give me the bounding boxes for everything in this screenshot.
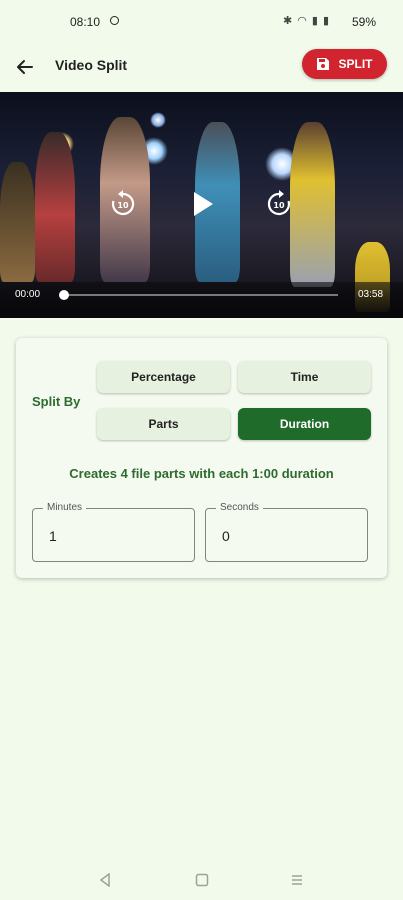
performer — [35, 132, 75, 282]
stage-light — [150, 112, 166, 128]
forward-10-button[interactable]: 10 — [264, 189, 294, 219]
save-icon — [317, 58, 330, 70]
rewind-10-button[interactable]: 10 — [108, 189, 138, 219]
seconds-field[interactable]: Seconds 0 — [205, 502, 368, 562]
split-by-label: Split By — [32, 394, 81, 409]
svg-text:10: 10 — [117, 201, 129, 210]
total-time: 03:58 — [358, 289, 384, 300]
notification-icon — [110, 16, 119, 25]
replay-10-icon: 10 — [111, 190, 135, 216]
nav-back-button[interactable] — [93, 870, 117, 890]
app-bar: Video Split SPLIT — [0, 44, 403, 90]
option-label: Duration — [279, 417, 330, 431]
forward-10-icon: 10 — [267, 190, 291, 216]
video-player[interactable]: 10 10 00:00 03:58 — [0, 92, 403, 318]
option-time[interactable]: Time — [238, 361, 371, 393]
option-label: Parts — [148, 417, 179, 431]
seconds-label: Seconds — [216, 502, 263, 513]
menu-icon — [292, 875, 302, 885]
battery-level: 59% — [352, 15, 377, 29]
option-label: Percentage — [131, 370, 196, 384]
signal-icons: ✱ ◠ ▮ ▮ — [283, 15, 331, 27]
option-label: Time — [290, 370, 319, 384]
minutes-field[interactable]: Minutes 1 — [32, 502, 195, 562]
split-button[interactable]: SPLIT — [302, 49, 387, 79]
audience — [0, 282, 403, 318]
nav-menu-button[interactable] — [285, 870, 309, 890]
status-bar: 08:10 ✱ ◠ ▮ ▮ 59% — [0, 0, 403, 44]
system-nav-bar — [0, 862, 403, 900]
current-time: 00:00 — [15, 289, 41, 300]
square-home-icon — [195, 873, 209, 887]
split-description: Creates 4 file parts with each 1:00 dura… — [69, 466, 334, 481]
play-icon — [194, 192, 213, 216]
play-button[interactable] — [188, 188, 218, 220]
arrow-left-icon — [17, 60, 33, 74]
nav-home-button[interactable] — [190, 870, 214, 890]
seconds-value: 0 — [222, 528, 230, 544]
seek-bar[interactable] — [62, 294, 338, 296]
split-button-label: SPLIT — [338, 57, 373, 71]
performer — [290, 122, 335, 287]
status-time: 08:10 — [70, 15, 101, 29]
split-options-card: Split By Percentage Time Parts Duration … — [16, 338, 387, 578]
back-button[interactable] — [10, 52, 40, 82]
triangle-back-icon — [99, 873, 110, 887]
seek-thumb[interactable] — [59, 290, 69, 300]
option-parts[interactable]: Parts — [97, 408, 230, 440]
minutes-label: Minutes — [43, 502, 87, 513]
svg-text:10: 10 — [273, 201, 285, 210]
minutes-value: 1 — [49, 528, 57, 544]
option-percentage[interactable]: Percentage — [97, 361, 230, 393]
performer — [0, 162, 35, 282]
page-title: Video Split — [55, 57, 128, 73]
option-duration[interactable]: Duration — [238, 408, 371, 440]
